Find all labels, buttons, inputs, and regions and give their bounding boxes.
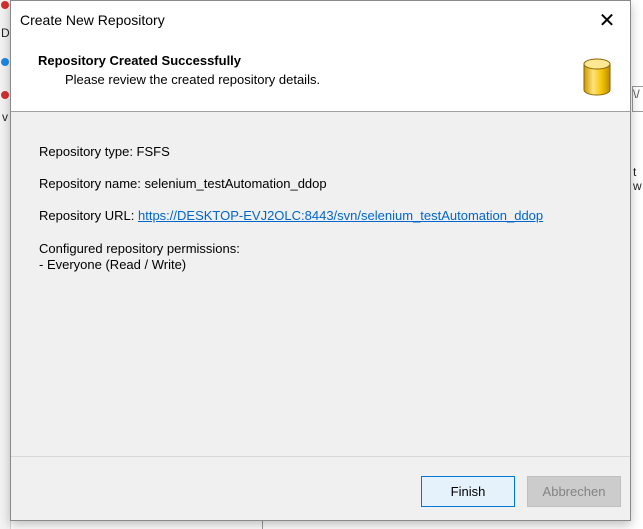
cancel-button: Abbrechen	[527, 476, 621, 507]
repository-url-label: Repository URL:	[39, 208, 138, 223]
repository-type: Repository type: FSFS	[39, 144, 170, 159]
permissions-heading: Configured repository permissions:	[39, 241, 240, 256]
dialog-titlebar: Create New Repository ✕	[11, 1, 630, 39]
close-icon: ✕	[598, 9, 616, 32]
background-app-icon	[1, 1, 9, 9]
background-field: \/	[632, 86, 643, 112]
background-text-fragment: D	[1, 26, 10, 40]
repository-url-link[interactable]: https://DESKTOP-EVJ2OLC:8443/svn/seleniu…	[138, 208, 543, 223]
header-title: Repository Created Successfully	[38, 53, 242, 68]
create-repository-dialog: Create New Repository ✕ Repository Creat…	[10, 0, 631, 521]
background-chevron-fragment: v	[2, 110, 8, 124]
close-button[interactable]: ✕	[584, 1, 630, 39]
background-text-fragment-right: t w	[633, 165, 642, 193]
permissions-item: - Everyone (Read / Write)	[39, 257, 187, 272]
wizard-header: Repository Created Successfully Please r…	[11, 39, 630, 112]
header-subtitle: Please review the created repository det…	[65, 72, 321, 87]
finish-button[interactable]: Finish	[421, 476, 515, 507]
background-app-icon-2	[1, 91, 9, 99]
background-nav-icon	[1, 58, 9, 66]
dialog-title: Create New Repository	[20, 12, 165, 28]
button-separator	[11, 456, 630, 457]
database-icon	[583, 58, 611, 96]
repository-name: Repository name: selenium_testAutomation…	[39, 176, 327, 191]
repository-url-row: Repository URL: https://DESKTOP-EVJ2OLC:…	[39, 208, 543, 224]
